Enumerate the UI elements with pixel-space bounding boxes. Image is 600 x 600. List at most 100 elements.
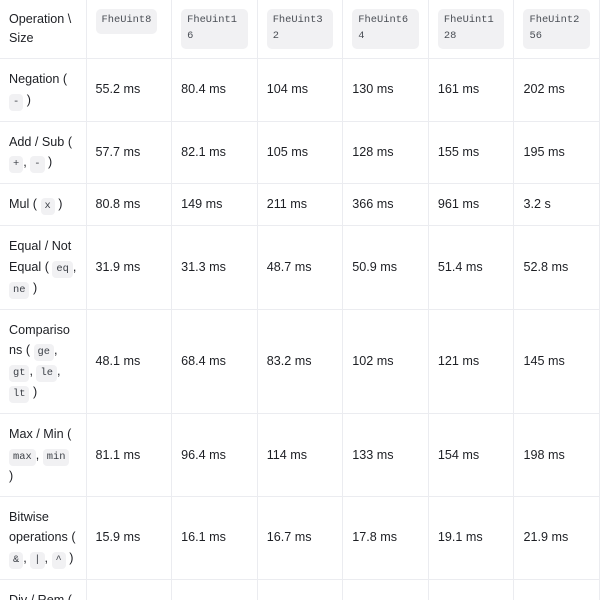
paren-close: ) <box>58 197 63 212</box>
operator-code-badge: min <box>42 448 70 466</box>
benchmark-value-cell: 961 ms <box>428 183 515 227</box>
benchmark-value-cell: 198 ms <box>513 413 600 497</box>
operator-code-badge: + <box>9 156 24 174</box>
benchmark-value-cell: 48.1 ms <box>86 309 173 415</box>
paren-open: ( <box>67 134 73 149</box>
column-header-fheuint128: FheUint128 <box>428 0 515 60</box>
paren-open: ( <box>32 197 37 212</box>
paren-close: ) <box>32 280 38 295</box>
benchmark-value-cell: 51.4 ms <box>428 225 515 310</box>
table-row: Comparisons ( ge, gt, le, lt ) 48.1 ms 68.… <box>0 309 600 415</box>
benchmark-value-cell: 52.8 ms <box>513 225 600 310</box>
operator-code-badge: | <box>30 551 45 569</box>
paren-open: ( <box>62 72 68 87</box>
op-separator: , <box>72 259 77 274</box>
benchmark-value-cell: 68.4 ms <box>171 309 258 415</box>
operation-name-cell: Negation ( - ) <box>0 58 87 122</box>
fhe-operation-benchmark-table: Operation \ Size FheUint8 FheUint16 FheUin… <box>0 0 600 600</box>
table-row: Equal / Not Equal ( eq, ne ) 31.9 ms 31.3 … <box>0 225 600 310</box>
benchmark-value-cell: 55.2 ms <box>86 58 173 122</box>
operator-code-badge: le <box>36 365 57 383</box>
op-separator: , <box>23 155 31 170</box>
operation-label: Bitwise operations <box>9 509 68 545</box>
op-separator: , <box>54 343 58 358</box>
benchmark-value-cell: 31.9 ms <box>86 225 173 310</box>
column-header-fheuint8: FheUint8 <box>86 0 173 60</box>
benchmark-value-cell: 8.83 s <box>342 579 429 600</box>
operator-code-badge: gt <box>9 365 30 383</box>
table-row: Div / Rem ( /, % )613 ms1.56 s3.73 s8.83… <box>0 579 600 600</box>
benchmark-value-cell: 80.8 ms <box>86 183 173 227</box>
table-row: Negation ( - ) 55.2 ms 80.4 ms 104 ms 130 ms… <box>0 58 600 122</box>
column-header-code-badge: FheUint32 <box>266 9 334 50</box>
benchmark-value-cell: 81.1 ms <box>86 413 173 497</box>
benchmark-value-cell: 50.9 ms <box>342 225 429 310</box>
benchmark-value-cell: 82.1 ms <box>171 121 258 185</box>
benchmark-value-cell: 16.1 ms <box>171 496 258 580</box>
header-row: Operation \ Size FheUint8 FheUint16 FheUin… <box>0 0 600 60</box>
benchmark-value-cell: 195 ms <box>513 121 600 185</box>
benchmark-value-cell: 3.73 s <box>257 579 344 600</box>
operation-name-cell: Equal / Not Equal ( eq, ne ) <box>0 225 87 310</box>
operator-code-badge: & <box>9 551 24 569</box>
paren-close: ) <box>48 155 53 170</box>
benchmark-table-container: Operation \ Size FheUint8 FheUint16 FheUin… <box>0 0 600 600</box>
column-header-code-badge: FheUint8 <box>95 9 158 34</box>
benchmark-value-cell: 161 ms <box>428 58 515 122</box>
operation-label: Negation <box>9 72 60 87</box>
operator-code-badge: - <box>9 93 24 111</box>
benchmark-value-cell: 17.8 ms <box>342 496 429 580</box>
table-body: Negation ( - ) 55.2 ms 80.4 ms 104 ms 130 ms… <box>0 58 600 600</box>
table-row: Add / Sub ( +, - ) 57.7 ms 82.1 ms 105 ms 12… <box>0 121 600 185</box>
benchmark-value-cell: 16.7 ms <box>257 496 344 580</box>
benchmark-value-cell: 149 ms <box>171 183 258 227</box>
operation-label: Mul <box>9 197 30 212</box>
paren-close: ) <box>69 550 74 565</box>
paren-open: ( <box>71 530 76 545</box>
operator-code-badge: x <box>40 198 55 216</box>
operator-code-badge: - <box>30 156 45 174</box>
operator-code-badge: ne <box>9 281 30 299</box>
operator-code-badge: max <box>9 448 36 466</box>
benchmark-value-cell: 613 ms <box>86 579 173 600</box>
paren-open: ( <box>25 343 31 358</box>
benchmark-value-cell: 154 ms <box>428 413 515 497</box>
benchmark-value-cell: 57.7 ms <box>86 121 173 185</box>
corner-header-operation-size: Operation \ Size <box>0 0 87 60</box>
benchmark-value-cell: 31.3 ms <box>171 225 258 310</box>
operation-name-cell: Bitwise operations ( &, |, ^ ) <box>0 496 87 580</box>
paren-open: ( <box>67 427 72 442</box>
table-row: Max / Min ( max, min ) 81.1 ms 96.4 ms 114 … <box>0 413 600 497</box>
operation-name-cell: Comparisons ( ge, gt, le, lt ) <box>0 309 87 415</box>
benchmark-value-cell: 53.8 s <box>513 579 600 600</box>
operator-code-badge: eq <box>52 260 73 278</box>
column-header-code-badge: FheUint16 <box>181 9 248 50</box>
table-header: Operation \ Size FheUint8 FheUint16 FheUin… <box>0 0 600 60</box>
benchmark-value-cell: 15.9 ms <box>86 496 173 580</box>
column-header-code-badge: FheUint64 <box>352 9 419 50</box>
benchmark-value-cell: 80.4 ms <box>171 58 258 122</box>
column-header-code-badge: FheUint128 <box>437 9 505 50</box>
op-separator: , <box>35 447 43 462</box>
operator-code-badge: ^ <box>51 551 66 569</box>
operation-label: Max / Min <box>9 427 64 442</box>
column-header-fheuint256: FheUint256 <box>513 0 600 60</box>
op-separator: , <box>44 550 52 565</box>
operation-label: Div / Rem <box>9 592 65 600</box>
benchmark-value-cell: 133 ms <box>342 413 429 497</box>
benchmark-value-cell: 128 ms <box>342 121 429 185</box>
operation-name-cell: Add / Sub ( +, - ) <box>0 121 87 185</box>
column-header-fheuint64: FheUint64 <box>342 0 429 60</box>
op-separator: , <box>56 364 61 379</box>
column-header-code-badge: FheUint256 <box>523 9 591 50</box>
benchmark-value-cell: 104 ms <box>257 58 344 122</box>
operation-name-cell: Div / Rem ( /, % ) <box>0 579 87 600</box>
operation-label: Add / Sub <box>9 134 65 149</box>
benchmark-value-cell: 1.56 s <box>171 579 258 600</box>
paren-open: ( <box>67 592 72 600</box>
paren-close: ) <box>26 92 31 107</box>
benchmark-value-cell: 48.7 ms <box>257 225 344 310</box>
operator-code-badge: lt <box>9 386 30 404</box>
op-separator: , <box>23 550 31 565</box>
benchmark-value-cell: 96.4 ms <box>171 413 258 497</box>
